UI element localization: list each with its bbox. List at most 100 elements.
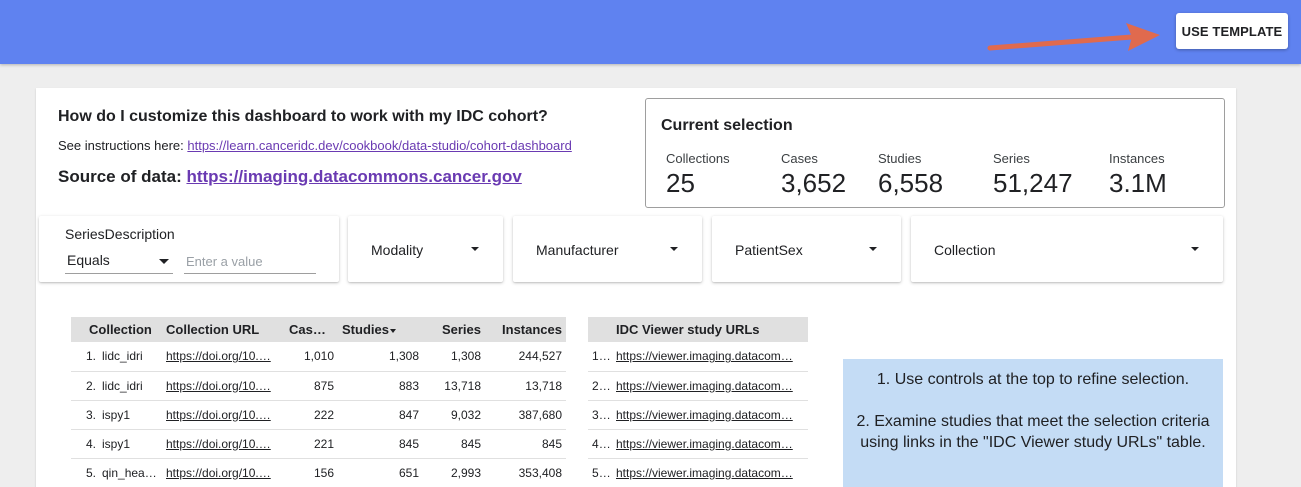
metric-label: Instances <box>1109 151 1165 166</box>
collection-filter[interactable]: Collection <box>911 216 1223 282</box>
instructions-prefix: See instructions here: <box>58 138 188 153</box>
metric-series: Series 51,247 <box>993 151 1073 199</box>
viewer-urls-table: IDC Viewer study URLs 1… https://viewer.… <box>588 317 808 487</box>
cell-studies: 847 <box>338 400 423 430</box>
cell-cases: 222 <box>285 400 338 430</box>
viewer-url-link[interactable]: https://viewer.imaging.datacom… <box>616 466 793 480</box>
column-header-cases[interactable]: Cas… <box>285 317 338 342</box>
metric-label: Collections <box>666 151 730 166</box>
cell-viewer-url: https://viewer.imaging.datacom… <box>612 429 808 459</box>
instructions-link[interactable]: https://learn.canceridc.dev/cookbook/dat… <box>187 138 571 153</box>
series-description-label: SeriesDescription <box>65 226 175 242</box>
viewer-url-link[interactable]: https://viewer.imaging.datacom… <box>616 408 793 422</box>
cell-studies: 883 <box>338 371 423 401</box>
cell-collection-url: https://doi.org/10.… <box>162 342 285 372</box>
viewer-url-link[interactable]: https://viewer.imaging.datacom… <box>616 437 793 451</box>
cell-series: 2,993 <box>423 458 485 487</box>
table-row: 3. ispy1 https://doi.org/10.… 222 847 9,… <box>71 400 566 430</box>
cell-cases: 1,010 <box>285 342 338 372</box>
source-line: Source of data: https://imaging.datacomm… <box>58 167 648 187</box>
cell-series: 1,308 <box>423 342 485 372</box>
intro-question: How do I customize this dashboard to wor… <box>58 108 548 125</box>
metric-studies: Studies 6,558 <box>878 151 943 199</box>
metric-value: 25 <box>666 168 695 198</box>
cell-instances: 353,408 <box>485 458 566 487</box>
help-step-2: 2. Examine studies that meet the selecti… <box>856 413 1210 451</box>
source-link[interactable]: https://imaging.datacommons.cancer.gov <box>186 167 521 186</box>
row-index: 3… <box>588 400 612 430</box>
cell-viewer-url: https://viewer.imaging.datacom… <box>612 458 808 487</box>
caret-down-icon <box>471 247 479 251</box>
table-row: 2… https://viewer.imaging.datacom… <box>588 371 808 401</box>
modality-filter[interactable]: Modality <box>348 216 503 282</box>
collection-url-link[interactable]: https://doi.org/10.… <box>166 466 271 480</box>
help-spacer <box>855 390 1211 411</box>
instructions-line: See instructions here: https://learn.can… <box>58 138 648 153</box>
cell-studies: 651 <box>338 458 423 487</box>
row-index: 4… <box>588 429 612 459</box>
viewer-url-link[interactable]: https://viewer.imaging.datacom… <box>616 379 793 393</box>
cell-studies: 1,308 <box>338 342 423 372</box>
cell-instances: 244,527 <box>485 342 566 372</box>
collection-url-link[interactable]: https://doi.org/10.… <box>166 379 271 393</box>
metric-value: 3,652 <box>781 168 847 198</box>
column-header-instances[interactable]: Instances <box>485 317 566 342</box>
cell-viewer-url: https://viewer.imaging.datacom… <box>612 400 808 430</box>
viewer-url-link[interactable]: https://viewer.imaging.datacom… <box>616 349 793 363</box>
table-header-row: Collection Collection URL Cas… Studies S… <box>71 317 566 342</box>
cell-collection-url: https://doi.org/10.… <box>162 458 285 487</box>
intro-section: How do I customize this dashboard to wor… <box>58 108 648 187</box>
help-note: 1. Use controls at the top to refine sel… <box>843 359 1223 487</box>
cell-collection-url: https://doi.org/10.… <box>162 400 285 430</box>
metric-label: Cases <box>781 151 818 166</box>
metric-value: 6,558 <box>878 168 944 198</box>
table-row: 4… https://viewer.imaging.datacom… <box>588 429 808 459</box>
column-header-collection[interactable]: Collection <box>71 317 162 342</box>
column-header-studies[interactable]: Studies <box>338 317 423 342</box>
cell-series: 9,032 <box>423 400 485 430</box>
operator-select[interactable]: Equals <box>65 250 173 274</box>
cell-cases: 156 <box>285 458 338 487</box>
column-header-studies-label: Studies <box>342 322 389 337</box>
filter-label: Manufacturer <box>536 242 619 258</box>
collection-url-link[interactable]: https://doi.org/10.… <box>166 437 271 451</box>
table-row: 5. qin_headn… https://doi.org/10.… 156 6… <box>71 458 566 487</box>
cell-instances: 13,718 <box>485 371 566 401</box>
cell-collection: ispy1 <box>98 429 162 459</box>
cell-viewer-url: https://viewer.imaging.datacom… <box>612 371 808 401</box>
cell-collection: lidc_idri <box>98 342 162 372</box>
sort-descending-icon <box>389 328 396 333</box>
column-header-series[interactable]: Series <box>423 317 485 342</box>
caret-down-icon <box>1191 247 1199 251</box>
table-row: 3… https://viewer.imaging.datacom… <box>588 400 808 430</box>
collection-url-link[interactable]: https://doi.org/10.… <box>166 349 271 363</box>
series-description-input[interactable] <box>184 250 316 274</box>
table-row: 4. ispy1 https://doi.org/10.… 221 845 84… <box>71 429 566 459</box>
help-step-1: 1. Use controls at the top to refine sel… <box>876 371 1190 388</box>
cell-instances: 387,680 <box>485 400 566 430</box>
row-index: 5… <box>588 458 612 487</box>
selection-title: Current selection <box>661 117 793 134</box>
cell-cases: 875 <box>285 371 338 401</box>
collection-url-link[interactable]: https://doi.org/10.… <box>166 408 271 422</box>
collections-table: Collection Collection URL Cas… Studies S… <box>71 317 566 487</box>
table-row: 1. lidc_idri https://doi.org/10.… 1,010 … <box>71 342 566 372</box>
row-index: 4. <box>71 429 98 459</box>
column-header-collection-url[interactable]: Collection URL <box>162 317 285 342</box>
cell-viewer-url: https://viewer.imaging.datacom… <box>612 342 808 372</box>
use-template-button[interactable]: USE TEMPLATE <box>1176 13 1288 49</box>
filter-label: Modality <box>371 242 424 258</box>
filter-label: PatientSex <box>735 242 803 258</box>
metric-instances: Instances 3.1M <box>1109 151 1167 199</box>
row-index: 2… <box>588 371 612 401</box>
metric-value: 51,247 <box>993 168 1073 198</box>
metric-label: Studies <box>878 151 922 166</box>
table-header-row: IDC Viewer study URLs <box>588 317 808 342</box>
row-index: 3. <box>71 400 98 430</box>
row-index: 5. <box>71 458 98 487</box>
column-header-viewer-urls[interactable]: IDC Viewer study URLs <box>588 317 808 342</box>
report-page: How do I customize this dashboard to wor… <box>36 88 1236 487</box>
manufacturer-filter[interactable]: Manufacturer <box>513 216 702 282</box>
cell-collection: lidc_idri <box>98 371 162 401</box>
patient-sex-filter[interactable]: PatientSex <box>712 216 901 282</box>
